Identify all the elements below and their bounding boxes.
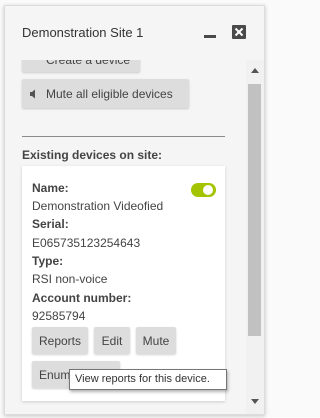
toggle-knob xyxy=(203,185,213,195)
device-account: 92585794 xyxy=(32,309,86,323)
type-label: Type: xyxy=(32,254,64,268)
mute-all-button[interactable]: Mute all eligible devices xyxy=(22,79,189,108)
name-label: Name: xyxy=(32,181,69,195)
scroll-down-icon[interactable] xyxy=(251,399,259,404)
device-enabled-toggle[interactable] xyxy=(191,183,216,197)
scroll-up-icon[interactable] xyxy=(251,68,259,73)
mute-button[interactable]: Mute xyxy=(136,327,176,354)
reports-label: Reports xyxy=(38,334,82,348)
minimize-icon[interactable] xyxy=(202,24,218,40)
reports-button[interactable]: Reports xyxy=(32,327,88,354)
window-titlebar: Demonstration Site 1 xyxy=(5,6,264,60)
device-type: RSI non-voice xyxy=(32,272,108,286)
edit-label: Edit xyxy=(101,334,123,348)
existing-devices-heading: Existing devices on site: xyxy=(22,148,163,162)
device-name: Demonstration Videofied xyxy=(32,199,164,213)
device-serial: E065735123254643 xyxy=(32,236,141,250)
mute-all-label: Mute all eligible devices xyxy=(46,87,173,101)
panel-content: Create a device Mute all eligible device… xyxy=(5,6,264,414)
vertical-scrollbar[interactable] xyxy=(246,60,264,414)
reports-tooltip: View reports for this device. xyxy=(69,369,227,390)
mute-label: Mute xyxy=(142,334,170,348)
device-card: Name: Demonstration Videofied Serial: E0… xyxy=(22,166,225,401)
edit-button[interactable]: Edit xyxy=(94,327,130,354)
close-icon[interactable] xyxy=(231,24,247,40)
account-label: Account number: xyxy=(32,291,132,305)
site-panel: Create a device Mute all eligible device… xyxy=(4,5,265,415)
serial-label: Serial: xyxy=(32,217,69,231)
window-title: Demonstration Site 1 xyxy=(22,25,144,40)
scrollbar-thumb[interactable] xyxy=(248,84,261,336)
speaker-icon xyxy=(29,88,39,102)
section-divider xyxy=(22,136,225,137)
